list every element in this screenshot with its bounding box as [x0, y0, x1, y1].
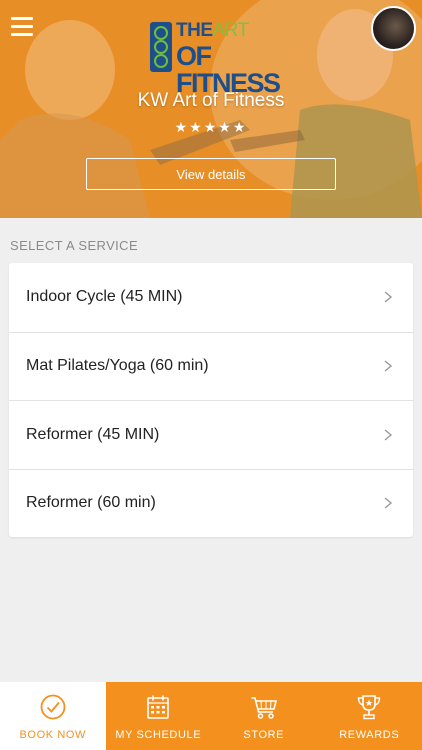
- service-item[interactable]: Reformer (45 MIN): [9, 400, 413, 469]
- logo-line2: OF FITNESS: [176, 41, 281, 98]
- checkmark-circle-icon: [40, 694, 66, 720]
- service-item-label: Reformer (60 min): [26, 494, 156, 512]
- chevron-right-icon: [384, 429, 393, 441]
- tab-store[interactable]: STORE: [211, 682, 317, 750]
- shopping-cart-icon: [251, 697, 277, 719]
- chevron-right-icon: [384, 291, 393, 303]
- service-item-label: Mat Pilates/Yoga (60 min): [26, 357, 209, 375]
- view-details-button[interactable]: View details: [86, 158, 336, 190]
- tab-label: MY SCHEDULE: [115, 729, 202, 741]
- tab-label: BOOK NOW: [19, 729, 87, 741]
- tab-rewards[interactable]: REWARDS: [316, 682, 422, 750]
- hero-banner: THEART OF FITNESS KW Art of Fitness ★★★★…: [0, 0, 422, 218]
- bottom-tab-bar: BOOK NOW MY SCHEDULE STORE REWARDS: [0, 682, 422, 750]
- rating-stars: ★★★★★: [174, 119, 248, 135]
- service-item[interactable]: Mat Pilates/Yoga (60 min): [9, 331, 413, 401]
- trophy-icon: [358, 695, 381, 720]
- tab-label: REWARDS: [339, 729, 400, 741]
- studio-name: KW Art of Fitness: [137, 90, 285, 111]
- service-list: Indoor Cycle (45 MIN) Mat Pilates/Yoga (…: [9, 263, 413, 537]
- section-label: SELECT A SERVICE: [10, 238, 139, 253]
- service-item[interactable]: Reformer (60 min): [9, 468, 413, 538]
- chevron-right-icon: [384, 497, 393, 509]
- service-item[interactable]: Indoor Cycle (45 MIN): [9, 263, 413, 332]
- logo-line1: THEART: [176, 20, 249, 41]
- studio-logo: THEART OF FITNESS: [150, 18, 281, 97]
- logo-emblem-icon: [150, 22, 172, 72]
- chevron-right-icon: [384, 360, 393, 372]
- calendar-icon: [147, 695, 170, 719]
- user-avatar[interactable]: [371, 6, 416, 51]
- service-item-label: Reformer (45 MIN): [26, 425, 160, 443]
- service-item-label: Indoor Cycle (45 MIN): [26, 288, 183, 306]
- hamburger-menu-icon[interactable]: [11, 17, 33, 37]
- tab-my-schedule[interactable]: MY SCHEDULE: [105, 682, 211, 750]
- tab-book-now[interactable]: BOOK NOW: [0, 682, 106, 750]
- tab-label: STORE: [243, 729, 285, 741]
